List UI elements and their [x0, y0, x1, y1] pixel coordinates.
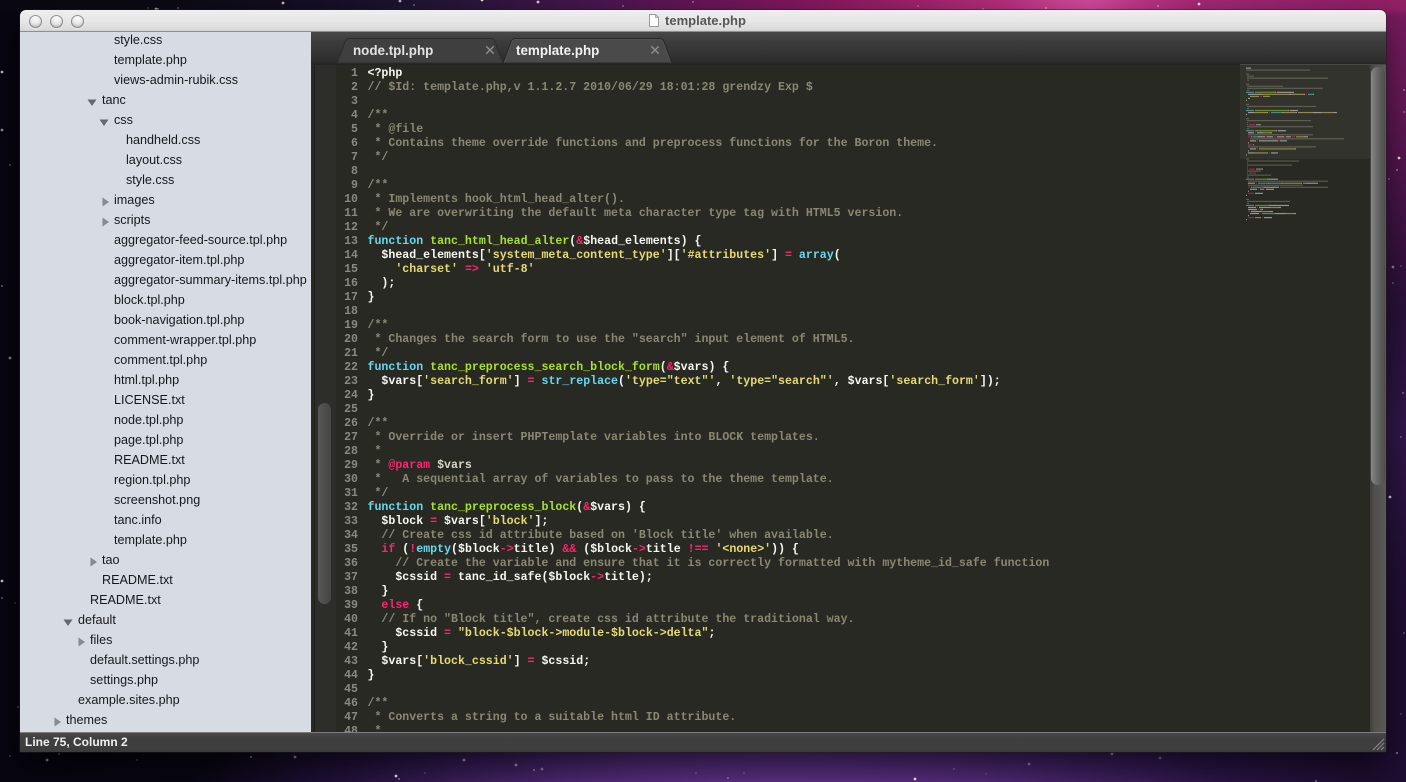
- svg-text:template.php: template.php: [516, 43, 599, 58]
- svg-text:node.tpl.php: node.tpl.php: [353, 43, 433, 58]
